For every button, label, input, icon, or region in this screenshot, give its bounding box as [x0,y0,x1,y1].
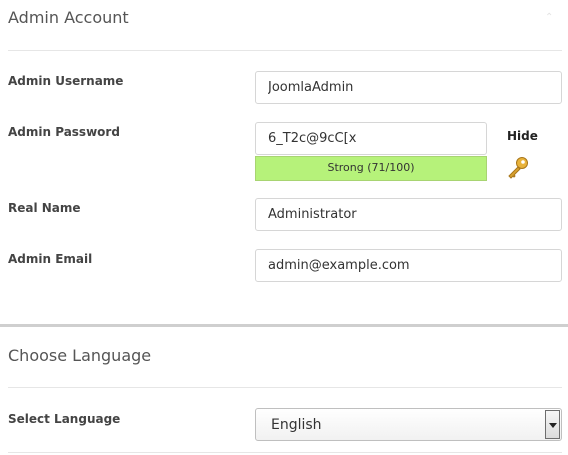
language-select-value: English [271,417,322,433]
select-language-label: Select Language [8,412,121,426]
choose-language-title: Choose Language [8,346,152,365]
admin-email-label: Admin Email [8,252,93,266]
language-divider [8,387,562,388]
section-separator [0,324,568,327]
admin-username-label: Admin Username [8,74,124,88]
admin-username-input[interactable] [255,71,562,104]
bottom-divider [8,452,562,453]
dropdown-arrow-icon[interactable] [545,410,560,439]
admin-account-title: Admin Account [8,8,129,27]
admin-password-label: Admin Password [8,125,120,139]
admin-email-input[interactable] [255,249,562,282]
admin-password-input[interactable] [255,122,487,155]
admin-account-divider [8,50,562,51]
key-icon[interactable] [505,155,531,185]
real-name-input[interactable] [255,198,562,231]
language-select[interactable]: English [255,408,562,441]
password-strength-meter: Strong (71/100) [255,156,487,181]
hide-password-link[interactable]: Hide [507,129,538,143]
real-name-label: Real Name [8,201,81,215]
collapse-chevron-icon[interactable]: ⌃ [545,12,553,23]
